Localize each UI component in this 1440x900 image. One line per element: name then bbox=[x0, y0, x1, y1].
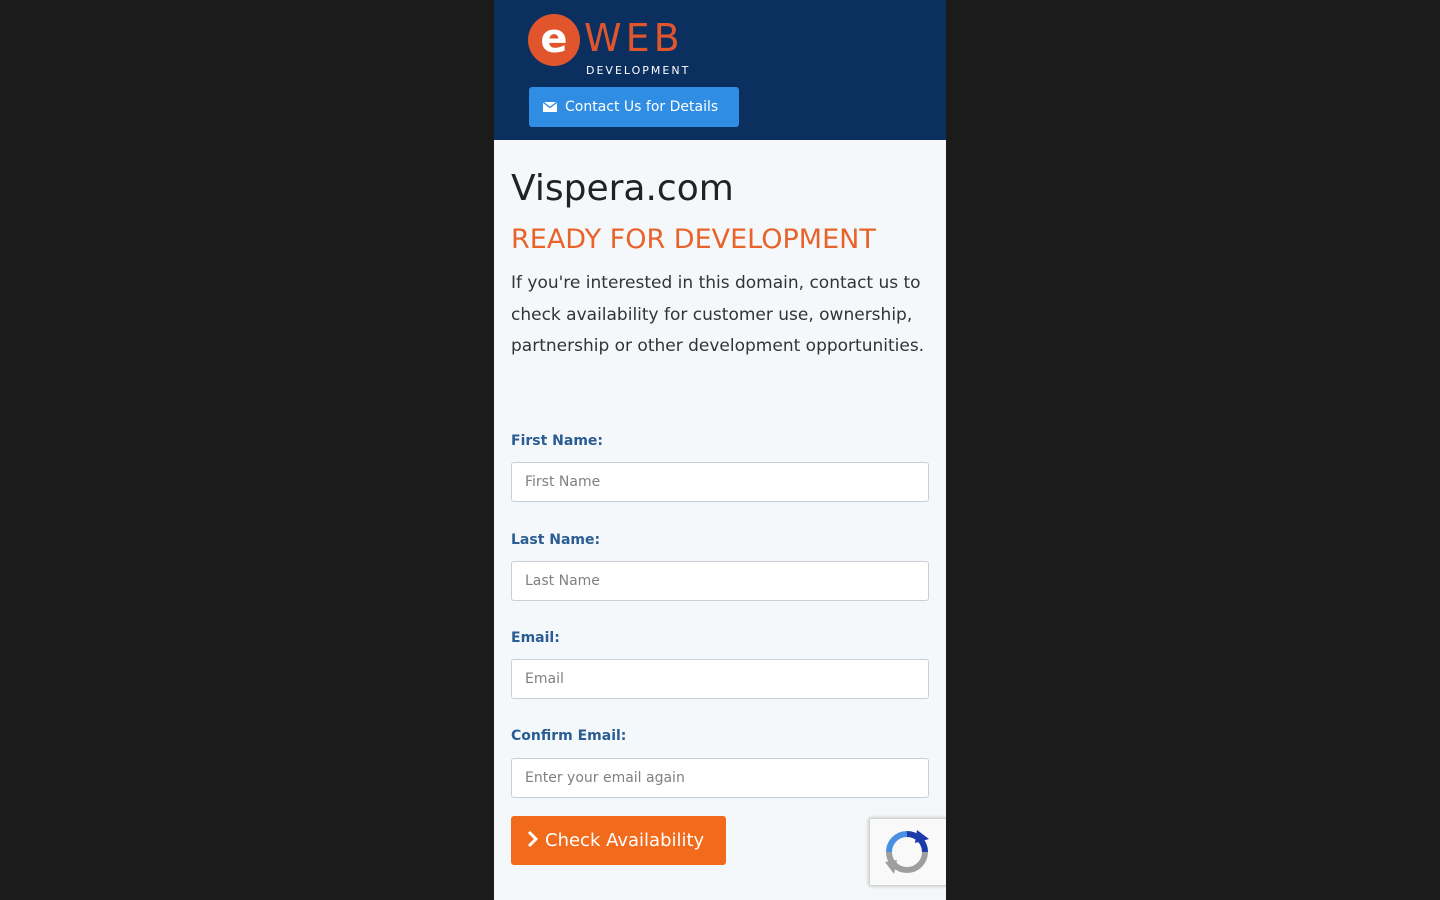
email-label: Email: bbox=[511, 630, 560, 646]
last-name-label: Last Name: bbox=[511, 532, 601, 548]
contact-button-label: Contact Us for Details bbox=[565, 99, 719, 115]
header: e WEB DEVELOPMENT Contact Us for Details bbox=[494, 0, 946, 140]
recaptcha-widget[interactable] bbox=[869, 818, 946, 886]
last-name-input[interactable] bbox=[511, 561, 929, 601]
envelope-icon bbox=[543, 102, 557, 112]
contact-us-button[interactable]: Contact Us for Details bbox=[529, 87, 739, 127]
status-heading: READY FOR DEVELOPMENT bbox=[511, 224, 876, 255]
confirm-email-label: Confirm Email: bbox=[511, 728, 627, 744]
logo-mark: e bbox=[528, 14, 580, 66]
email-input[interactable] bbox=[511, 659, 929, 699]
first-name-label: First Name: bbox=[511, 433, 604, 449]
confirm-email-input[interactable] bbox=[511, 758, 929, 798]
eweb-logo[interactable]: e WEB DEVELOPMENT bbox=[528, 14, 728, 80]
first-name-input[interactable] bbox=[511, 462, 929, 502]
check-availability-button[interactable]: Check Availability bbox=[511, 816, 726, 865]
check-availability-label: Check Availability bbox=[545, 830, 705, 851]
logo-subtitle: DEVELOPMENT bbox=[586, 64, 691, 77]
logo-word: WEB bbox=[584, 16, 684, 60]
landing-page: e WEB DEVELOPMENT Contact Us for Details… bbox=[494, 0, 946, 900]
chevron-right-icon bbox=[527, 831, 538, 847]
intro-text: If you're interested in this domain, con… bbox=[511, 273, 925, 356]
recaptcha-icon bbox=[885, 830, 929, 874]
domain-title: Vispera.com bbox=[511, 168, 734, 209]
